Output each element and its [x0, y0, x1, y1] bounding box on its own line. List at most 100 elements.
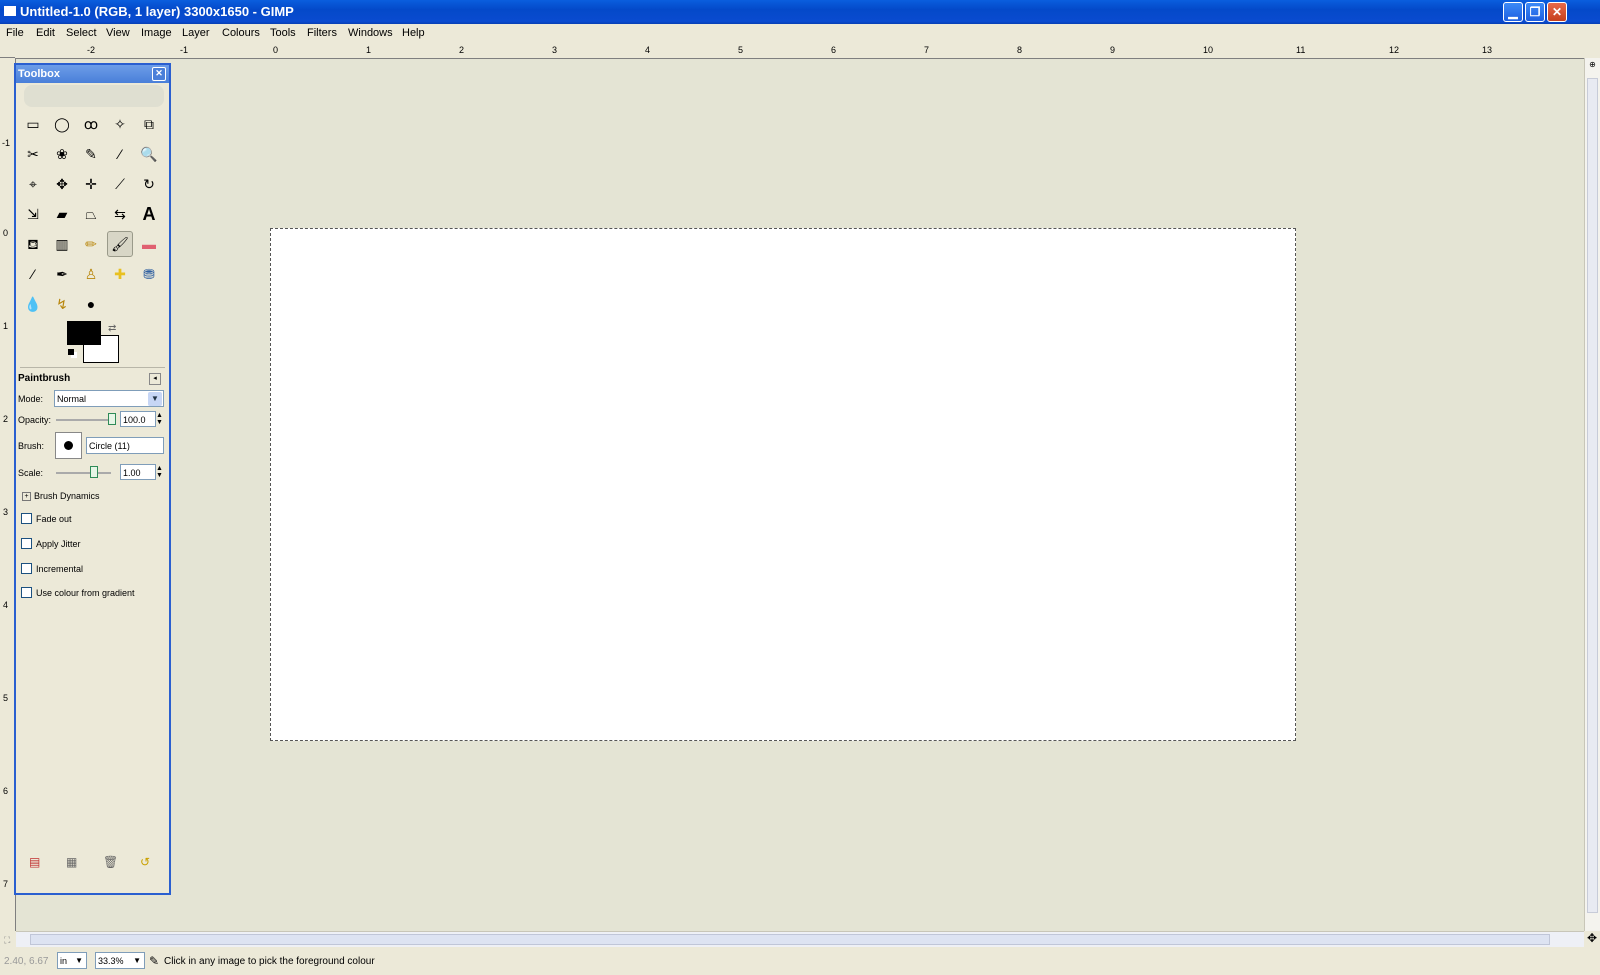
flip-tool-icon[interactable]: ⇆ — [107, 201, 133, 227]
image-canvas[interactable] — [270, 228, 1296, 741]
menu-help[interactable]: Help — [402, 27, 425, 39]
blur-sharpen-tool-icon[interactable]: 💧 — [20, 291, 46, 317]
scale-slider-handle[interactable] — [90, 466, 98, 478]
menu-edit[interactable]: Edit — [36, 27, 55, 39]
ruler-label: 11 — [1296, 45, 1306, 55]
horizontal-scroll-thumb[interactable] — [30, 934, 1550, 945]
swap-colors-icon[interactable]: ⇄ — [108, 323, 116, 334]
horizontal-ruler[interactable]: -2 -1 0 1 2 3 4 5 6 7 8 9 10 11 12 13 — [15, 44, 1584, 59]
unit-value: in — [60, 956, 68, 966]
save-options-icon[interactable]: ▤ — [29, 855, 40, 869]
ellipse-select-tool-icon[interactable]: ◯ — [49, 111, 75, 137]
opacity-spinner-icon[interactable]: ▲ ▼ — [156, 412, 163, 426]
opacity-input[interactable]: 100.0 — [120, 411, 156, 427]
menu-layer[interactable]: Layer — [182, 27, 210, 39]
zoom-fit-icon[interactable]: ⊕ — [1587, 60, 1598, 72]
ruler-corner-button[interactable] — [0, 44, 15, 58]
text-tool-icon[interactable]: A — [136, 201, 162, 227]
paintbrush-tool-icon[interactable]: 🖌 — [107, 231, 133, 257]
vertical-scroll-thumb[interactable] — [1587, 78, 1598, 913]
minimize-button[interactable]: ▁ — [1503, 2, 1523, 22]
move-tool-icon[interactable]: ✥ — [49, 171, 75, 197]
scale-input[interactable]: 1.00 — [120, 464, 156, 480]
rotate-tool-icon[interactable]: ↻ — [136, 171, 162, 197]
fuzzy-select-tool-icon[interactable]: ✧ — [107, 111, 133, 137]
pencil-tool-icon[interactable]: ✏ — [78, 231, 104, 257]
heal-tool-icon[interactable]: ✚ — [107, 261, 133, 287]
smudge-tool-icon[interactable]: ↯ — [49, 291, 75, 317]
menu-file[interactable]: File — [6, 27, 24, 39]
eraser-tool-icon[interactable]: ▬ — [136, 231, 162, 257]
rect-select-tool-icon[interactable]: ▭ — [20, 111, 46, 137]
close-button[interactable]: ✕ — [1547, 2, 1567, 22]
menu-colours[interactable]: Colours — [222, 27, 260, 39]
brush-preview-button[interactable] — [55, 432, 82, 459]
scale-value: 1.00 — [123, 468, 141, 478]
clone-tool-icon[interactable]: ♙ — [78, 261, 104, 287]
mode-value: Normal — [57, 394, 87, 404]
menu-windows[interactable]: Windows — [348, 27, 393, 39]
free-select-tool-icon[interactable]: ꝏ — [78, 111, 104, 137]
measure-tool-icon[interactable]: ⌖ — [20, 171, 46, 197]
maximize-button[interactable]: ❐ — [1525, 2, 1545, 22]
ruler-label: 7 — [3, 879, 9, 889]
navigate-icon[interactable]: ✥ — [1584, 931, 1600, 947]
default-colors-icon[interactable] — [68, 349, 74, 355]
reset-options-icon[interactable]: ↺ — [140, 855, 150, 869]
unit-dropdown[interactable]: in ▼ — [57, 952, 87, 969]
paths-tool-icon[interactable]: ✎ — [78, 141, 104, 167]
align-tool-icon[interactable]: ✛ — [78, 171, 104, 197]
shear-tool-icon[interactable]: ▰ — [49, 201, 75, 227]
ruler-label: 10 — [1203, 45, 1214, 55]
airbrush-tool-icon[interactable]: ⁄ — [20, 261, 46, 287]
toolbox-titlebar[interactable]: Toolbox ✕ — [16, 65, 169, 83]
perspective-clone-tool-icon[interactable]: ⛃ — [136, 261, 162, 287]
ink-tool-icon[interactable]: ✒ — [49, 261, 75, 287]
vertical-scrollbar[interactable]: ⊕ — [1584, 58, 1600, 931]
scale-tool-icon[interactable]: ⇲ — [20, 201, 46, 227]
brush-name-field[interactable]: Circle (11) — [86, 437, 164, 454]
menu-image[interactable]: Image — [141, 27, 172, 39]
blend-tool-icon[interactable]: ▥ — [49, 231, 75, 257]
menu-tools[interactable]: Tools — [270, 27, 296, 39]
foreground-select-tool-icon[interactable]: ❀ — [49, 141, 75, 167]
dodge-burn-tool-icon[interactable]: ● — [78, 291, 104, 317]
zoom-tool-icon[interactable]: 🔍 — [136, 141, 162, 167]
mode-dropdown[interactable]: Normal ▼ — [54, 390, 164, 407]
toolbox-dock: Toolbox ✕ ▭ ◯ ꝏ ✧ ⧉ ✂ ❀ ✎ ⁄ 🔍 ⌖ ✥ ✛ ⟋ ↻ … — [14, 63, 171, 895]
toolbox-close-icon[interactable]: ✕ — [152, 67, 166, 81]
ruler-label: 1 — [3, 321, 9, 331]
ruler-label: 5 — [3, 693, 9, 703]
opacity-slider-handle[interactable] — [108, 413, 116, 425]
quick-mask-icon[interactable]: ⛶ — [4, 935, 10, 946]
opacity-slider-track[interactable] — [56, 419, 111, 421]
apply-jitter-label: Apply Jitter — [36, 539, 81, 549]
tool-options-menu-icon[interactable]: ◂ — [149, 373, 161, 385]
select-by-color-tool-icon[interactable]: ⧉ — [136, 111, 162, 137]
use-gradient-checkbox[interactable] — [21, 587, 32, 598]
ruler-label: 9 — [1110, 45, 1116, 55]
incremental-checkbox[interactable] — [21, 563, 32, 574]
toolbox-title: Toolbox — [18, 68, 60, 80]
fade-out-checkbox[interactable] — [21, 513, 32, 524]
expander-plus-icon[interactable]: + — [22, 492, 31, 501]
restore-options-icon[interactable]: ▦ — [66, 855, 77, 869]
status-bar: ⛶ 2.40, 6.67 in ▼ 33.3% ▼ ✎ Click in any… — [0, 935, 1600, 975]
brush-dynamics-expander[interactable]: Brush Dynamics — [34, 491, 100, 501]
menu-view[interactable]: View — [106, 27, 130, 39]
horizontal-scrollbar[interactable] — [16, 931, 1584, 947]
scale-spinner-icon[interactable]: ▲ ▼ — [156, 465, 163, 479]
window-title: Untitled-1.0 (RGB, 1 layer) 3300x1650 - … — [20, 4, 294, 19]
perspective-tool-icon[interactable]: ⏢ — [78, 201, 104, 227]
crop-tool-icon[interactable]: ⟋ — [107, 171, 133, 197]
bucket-fill-tool-icon[interactable]: ⛾ — [20, 231, 46, 257]
delete-options-icon[interactable]: 🗑 — [103, 855, 118, 869]
menu-select[interactable]: Select — [66, 27, 97, 39]
foreground-color-swatch[interactable] — [67, 321, 101, 345]
menu-filters[interactable]: Filters — [307, 27, 337, 39]
apply-jitter-checkbox[interactable] — [21, 538, 32, 549]
color-picker-tool-icon[interactable]: ⁄ — [107, 141, 133, 167]
scissors-tool-icon[interactable]: ✂ — [20, 141, 46, 167]
scale-slider-track[interactable] — [56, 472, 111, 474]
zoom-dropdown[interactable]: 33.3% ▼ — [95, 952, 145, 969]
